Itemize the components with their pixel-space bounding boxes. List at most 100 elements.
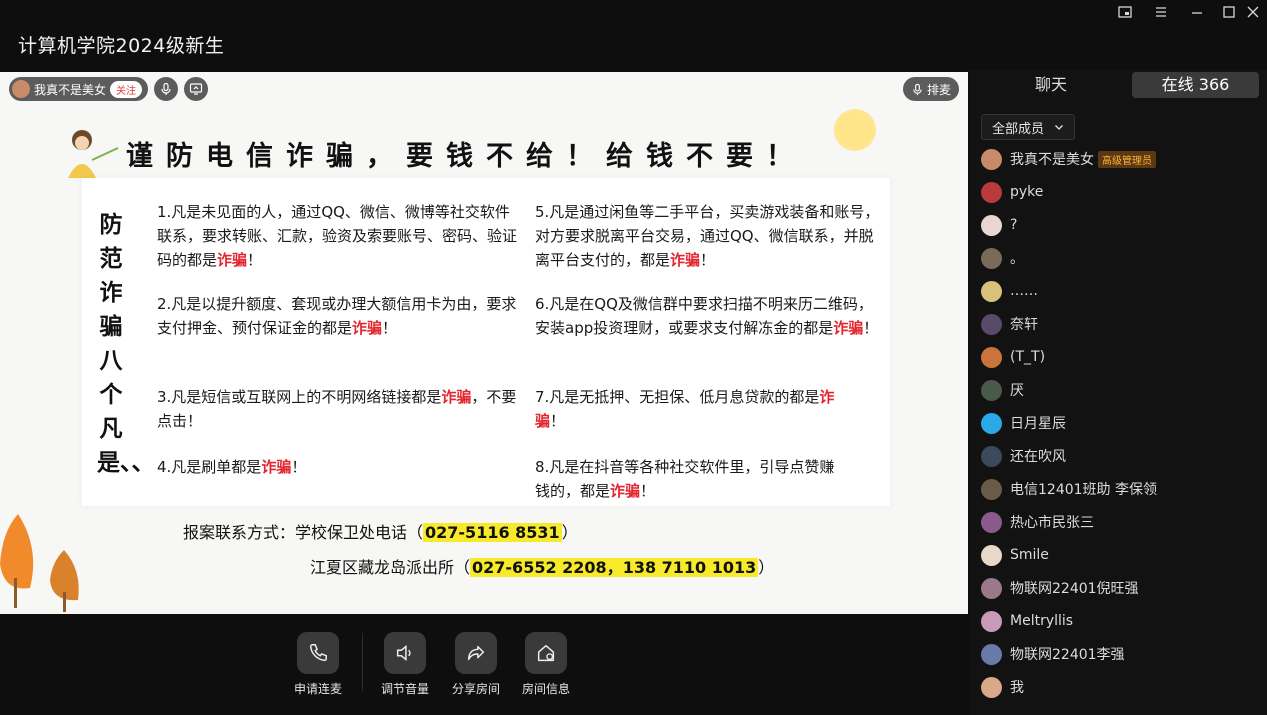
member-avatar: [981, 247, 1002, 269]
admin-badge: 高级管理员: [1098, 150, 1156, 168]
pip-icon[interactable]: [1117, 5, 1133, 21]
queue-button[interactable]: 排麦: [902, 77, 959, 101]
member-row[interactable]: 电信12401班助 李保领: [981, 477, 1157, 501]
member-avatar: [981, 544, 1002, 566]
maximize-icon[interactable]: [1221, 5, 1237, 21]
member-row[interactable]: 热心市民张三: [981, 510, 1094, 534]
member-row[interactable]: 物联网22401倪旺强: [981, 576, 1139, 600]
member-filter-label: 全部成员: [992, 121, 1045, 137]
minimize-icon[interactable]: [1189, 5, 1205, 21]
member-row[interactable]: ?: [981, 213, 1017, 237]
host-avatar: [12, 80, 30, 98]
member-name: Meltryllis: [1010, 613, 1074, 629]
mic-button[interactable]: [154, 77, 179, 101]
share-icon: [467, 645, 485, 661]
member-row[interactable]: 。: [981, 246, 1024, 270]
host-chip[interactable]: 我真不是美女 关注: [9, 77, 149, 101]
mic-icon: [161, 82, 171, 95]
member-name: 物联网22401倪旺强: [1010, 581, 1139, 597]
rule-item: 4.凡是刷单都是诈骗！: [157, 458, 307, 476]
share-label: 分享房间: [451, 682, 500, 696]
title-bar: 计算机学院2024级新生: [0, 0, 1267, 70]
member-row[interactable]: 物联网22401李强: [981, 642, 1125, 666]
member-row[interactable]: (T_T): [981, 345, 1045, 369]
contact-line-school: 报案联系方式：学校保卫处电话（ 027-5116 8531）: [183, 523, 578, 542]
member-name: pyke: [1010, 184, 1044, 200]
host-name: 我真不是美女: [34, 82, 107, 97]
member-name: 物联网22401李强: [1010, 647, 1125, 663]
member-avatar: [981, 676, 1002, 698]
member-avatar: [981, 313, 1002, 335]
tab-chat[interactable]: 聊天: [980, 72, 1122, 98]
close-icon[interactable]: [1245, 5, 1261, 21]
member-avatar: [981, 346, 1002, 368]
member-name: ?: [1010, 217, 1018, 233]
rule-item: 5.凡是通过闲鱼等二手平台，买卖游戏装备和账号，对方要求脱离平台交易，通过QQ、…: [535, 203, 880, 269]
member-name: 热心市民张三: [1010, 515, 1094, 531]
volume-control[interactable]: 调节音量: [375, 632, 435, 697]
member-name: 我真不是美女: [1010, 152, 1094, 168]
queue-label: 排麦: [926, 82, 951, 97]
room-title: 计算机学院2024级新生: [18, 35, 225, 57]
request-mic-label: 申请连麦: [293, 682, 342, 696]
volume-label: 调节音量: [380, 682, 429, 696]
phone-icon: [309, 644, 327, 662]
member-avatar: [981, 214, 1002, 236]
member-avatar: [981, 148, 1002, 170]
screen-icon: [189, 83, 203, 95]
member-avatar: [981, 478, 1002, 500]
request-mic-control[interactable]: 申请连麦: [288, 632, 348, 697]
member-row[interactable]: 我: [981, 675, 1024, 699]
menu-icon[interactable]: [1153, 5, 1169, 21]
rule-item: 1.凡是未见面的人，通过QQ、微信、微博等社交软件联系，要求转账、汇款，验资及索…: [157, 203, 518, 269]
member-row[interactable]: 日月星辰: [981, 411, 1066, 435]
screen-share-button[interactable]: [184, 77, 209, 101]
member-avatar: [981, 181, 1002, 203]
rule-item: 6.凡是在QQ及微信群中要求扫描不明来历二维码，安装app投资理财，或要求支付解…: [535, 295, 879, 337]
stage: 我真不是美女 关注 排麦 谨防电信诈骗，要钱不给！给钱不要！ 防范诈骗八个凡是、…: [0, 72, 968, 614]
member-row[interactable]: Smile: [981, 543, 1049, 567]
member-avatar: [981, 379, 1002, 401]
host-bar: 我真不是美女 关注: [9, 77, 209, 101]
member-row[interactable]: 厌: [981, 378, 1024, 402]
room-info-label: 房间信息: [521, 682, 570, 696]
contact-line-police: 江夏区藏龙岛派出所（ 027-6552 2208，138 7110 1013）: [310, 558, 775, 577]
tree-illustration: [0, 514, 79, 612]
member-name: Smile: [1010, 547, 1049, 563]
member-row[interactable]: 奈轩: [981, 312, 1038, 336]
volume-button[interactable]: [384, 632, 426, 674]
member-name: ……: [1010, 283, 1038, 299]
tab-online[interactable]: 在线 366: [1132, 72, 1259, 98]
member-avatar: [981, 280, 1002, 302]
room-info-button[interactable]: [525, 632, 567, 674]
mic-queue-icon: [913, 83, 922, 95]
sidebar: 聊天 在线 366 全部成员 我真不是美女 高级管理员 pyke? 。 …… 奈轩 (T_T…: [970, 70, 1267, 715]
follow-button[interactable]: 关注: [110, 80, 143, 98]
member-avatar: [981, 445, 1002, 467]
room-info-control[interactable]: 房间信息: [516, 632, 576, 697]
room-info-icon: [537, 644, 555, 662]
member-avatar: [981, 412, 1002, 434]
member-name: (T_T): [1010, 349, 1046, 365]
share-button[interactable]: [455, 632, 497, 674]
member-row[interactable]: pyke: [981, 180, 1043, 204]
member-name: 厌: [1010, 383, 1024, 399]
slide-headline: 谨防电信诈骗，要钱不给！给钱不要！: [126, 141, 806, 172]
vertical-title: 防范诈骗八个凡是、、: [97, 211, 155, 476]
request-mic-button[interactable]: [297, 632, 339, 674]
member-row[interactable]: ……: [981, 279, 1038, 303]
member-name: 奈轩: [1010, 317, 1038, 333]
rule-item: 7.凡是无抵押、无担保、低月息贷款的都是诈骗！: [535, 388, 835, 430]
chevron-down-icon: [1055, 125, 1063, 130]
member-row[interactable]: 还在吹风: [981, 444, 1066, 468]
member-filter-dropdown[interactable]: 全部成员: [981, 114, 1076, 140]
member-avatar: [981, 577, 1002, 599]
speaker-icon: [396, 645, 411, 661]
member-row[interactable]: Meltryllis: [981, 609, 1073, 633]
member-avatar: [981, 643, 1002, 665]
share-control[interactable]: 分享房间: [446, 632, 506, 697]
rule-item: 2.凡是以提升额度、套现或办理大额信用卡为由，要求支付押金、预付保证金的都是诈骗…: [157, 295, 517, 337]
member-row[interactable]: 我真不是美女 高级管理员: [981, 147, 1156, 171]
member-name: 。: [1010, 251, 1024, 267]
teacher-illustration: [68, 130, 119, 178]
